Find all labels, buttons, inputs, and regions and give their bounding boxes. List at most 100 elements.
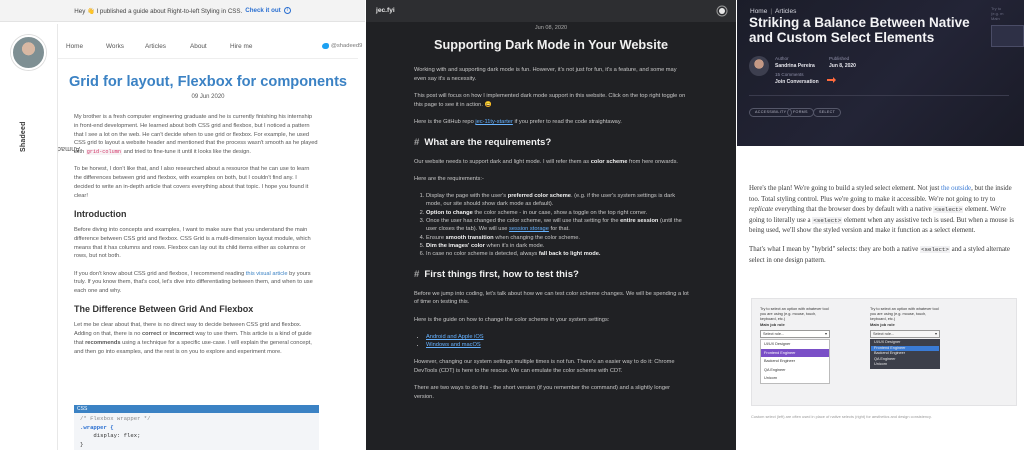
paragraph: There are two ways to do this - the shor…: [414, 385, 671, 401]
article-body: Here's the plan! We're going to build a …: [749, 184, 1020, 274]
author-vertical-name[interactable]: Ahmad Shadeed: [20, 92, 80, 162]
article-body: My brother is a fresh computer engineeri…: [74, 113, 318, 365]
custom-select-demo[interactable]: Try to select an option with whatever to…: [760, 307, 830, 384]
author-meta: Author Sandrina Pereira: [775, 56, 815, 69]
native-select-demo[interactable]: Try to select an option with whatever to…: [870, 307, 940, 369]
banner-cta-link[interactable]: Check it out: [245, 7, 280, 14]
demo-hint: Try to select an option with whatever to…: [760, 307, 829, 321]
option[interactable]: UI/UX Designer: [761, 340, 829, 349]
heading-introduction: Introduction: [74, 208, 127, 219]
paragraph: Here is the GitHub repo jec-11ty-starter…: [414, 118, 622, 125]
select-demo-figure: Try to select an option with whatever to…: [751, 298, 1017, 406]
visual-article-link[interactable]: this visual article: [246, 271, 288, 277]
list-item: In case no color scheme is detected, alw…: [426, 250, 690, 258]
css-tricks-select-article-page: Home | Articles Striking a Balance Between…: [737, 0, 1024, 450]
list-item: Display the page with the user's preferr…: [426, 192, 690, 209]
list-item: Android and Apple iOS: [426, 333, 690, 342]
nav-works[interactable]: Works: [106, 43, 124, 50]
tag-select[interactable]: SELECT: [813, 108, 842, 117]
paragraph: Here is the guide on how to change the c…: [414, 316, 610, 323]
top-bar: jec.fyi: [366, 0, 736, 22]
ahmad-shadeed-article-page: Hey 👋 I published a guide about Right-to…: [0, 0, 365, 450]
paragraph: Working with and supporting dark mode is…: [414, 67, 677, 82]
the-outside-link[interactable]: the outside: [941, 185, 971, 192]
comment-count: 15 Comments: [775, 72, 804, 77]
article-date: Jun 08, 2020: [534, 25, 568, 31]
article-title: Grid for layout, Flexbox for components: [68, 74, 348, 90]
list-item: Once the user has changed the color sche…: [426, 217, 690, 234]
paragraph: Let me be clear about that, there is no …: [74, 322, 312, 355]
tag-accessibility[interactable]: ACCESSIBILITY: [749, 108, 793, 117]
twitter-handle: @shadeed9: [331, 43, 363, 49]
nav-articles[interactable]: Articles: [145, 43, 166, 50]
github-repo-link[interactable]: jec-11ty-starter: [475, 119, 513, 125]
option[interactable]: Backend Engineer: [761, 357, 829, 366]
join-conversation-link[interactable]: Join Conversation: [775, 79, 819, 86]
article-title: Striking a Balance Between Native and Cu…: [749, 15, 970, 45]
announcement-banner[interactable]: Hey 👋 I published a guide about Right-to…: [0, 0, 365, 22]
list-item: Windows and macOS: [426, 341, 690, 350]
paragraph: My brother is a fresh computer engineeri…: [74, 114, 318, 156]
code-content: /* Flexbox wrapper */ .wrapper { display…: [80, 415, 151, 448]
screenshot-collage: Hey 👋 I published a guide about Right-to…: [0, 0, 1024, 450]
options-list: UI/UX Designer Frontend Engineer Backend…: [760, 339, 830, 384]
option-highlighted[interactable]: Frontend Engineer: [761, 348, 829, 358]
heading-difference: The Difference Between Grid And Flexbox: [74, 304, 254, 315]
code-block[interactable]: CSS /* Flexbox wrapper */ .wrapper { dis…: [74, 405, 319, 450]
twitter-link[interactable]: @shadeed9: [322, 43, 362, 49]
demo-label: Main job role: [760, 322, 785, 328]
code-language-label: CSS: [74, 405, 319, 413]
hero-divider: [749, 95, 1009, 96]
option[interactable]: QA Engineer: [761, 366, 829, 375]
article-date: 09 Jun 2020: [191, 94, 225, 100]
guide-links-list: Android and Apple iOS Windows and macOS: [426, 333, 690, 351]
requirements-list: Display the page with the user's preferr…: [426, 192, 690, 258]
nav-home[interactable]: Home: [66, 43, 83, 50]
option[interactable]: Unicorn: [761, 374, 829, 383]
option[interactable]: Unicorn: [871, 362, 939, 368]
arrow-right-icon: [827, 77, 836, 83]
nav-about[interactable]: About: [190, 43, 207, 50]
published-meta: Published Jun 8, 2020: [829, 56, 856, 69]
select-trigger[interactable]: Select role...: [760, 330, 830, 339]
paragraph: Here are the requirements:-: [414, 175, 484, 182]
select-trigger[interactable]: Select role...: [870, 330, 940, 339]
hero-preview-fragment: Try to (e.g. m Main: [991, 6, 1024, 76]
inline-code: grid-column: [85, 149, 122, 156]
author-avatar[interactable]: [749, 56, 769, 76]
author-last-name: Shadeed: [20, 121, 27, 152]
demo-hint: Try to select an option with whatever to…: [870, 307, 939, 321]
android-ios-link[interactable]: Android and Apple iOS: [426, 334, 484, 340]
heading-testing: # First things first, how to test this?: [414, 268, 579, 280]
theme-toggle-icon[interactable]: [719, 8, 725, 14]
nav-divider: [58, 58, 358, 59]
twitter-icon: [322, 43, 329, 49]
paragraph: Before we jump into coding, let's talk a…: [414, 290, 689, 306]
nav-hire-me[interactable]: Hire me: [230, 43, 252, 50]
demo-label: Main job role: [870, 322, 895, 328]
article-body: Working with and supporting dark mode is…: [414, 66, 690, 410]
list-item: Dim the images' color when it's in dark …: [426, 242, 690, 250]
banner-text: Hey 👋 I published a guide about Right-to…: [74, 7, 243, 15]
tag-forms[interactable]: FORMS: [787, 108, 814, 117]
paragraph: To be honest, I don't like that, and I a…: [74, 166, 310, 199]
options-list: UI/UX Designer Frontend Engineer Backend…: [870, 339, 940, 369]
comments-meta[interactable]: 15 Comments Join Conversation: [775, 72, 819, 85]
paragraph: This post will focus on how I implemente…: [414, 92, 686, 108]
article-hero: Home | Articles Striking a Balance Between…: [737, 0, 1024, 146]
info-icon: i: [283, 7, 291, 14]
list-item: Ensure smooth transition when changing t…: [426, 234, 690, 242]
site-logo[interactable]: jec.fyi: [376, 7, 395, 14]
paragraph: However, changing our system settings mu…: [414, 359, 675, 375]
paragraph: That's what I mean by "hybrid" selects: …: [749, 245, 1010, 264]
article-title: Supporting Dark Mode in Your Website: [433, 38, 669, 52]
paragraph: Before diving into concepts and examples…: [74, 226, 311, 260]
jec-fyi-dark-article-page: jec.fyi Jun 08, 2020 Supporting Dark Mod…: [366, 0, 736, 450]
published-date: Jun 8, 2020: [829, 62, 856, 69]
windows-macos-link[interactable]: Windows and macOS: [426, 342, 481, 348]
breadcrumb-articles[interactable]: Articles: [775, 8, 796, 15]
author-avatar[interactable]: [11, 35, 46, 70]
author-name[interactable]: Sandrina Pereira: [775, 63, 815, 70]
breadcrumb-home[interactable]: Home: [750, 8, 767, 15]
session-storage-link[interactable]: session storage: [509, 226, 549, 232]
